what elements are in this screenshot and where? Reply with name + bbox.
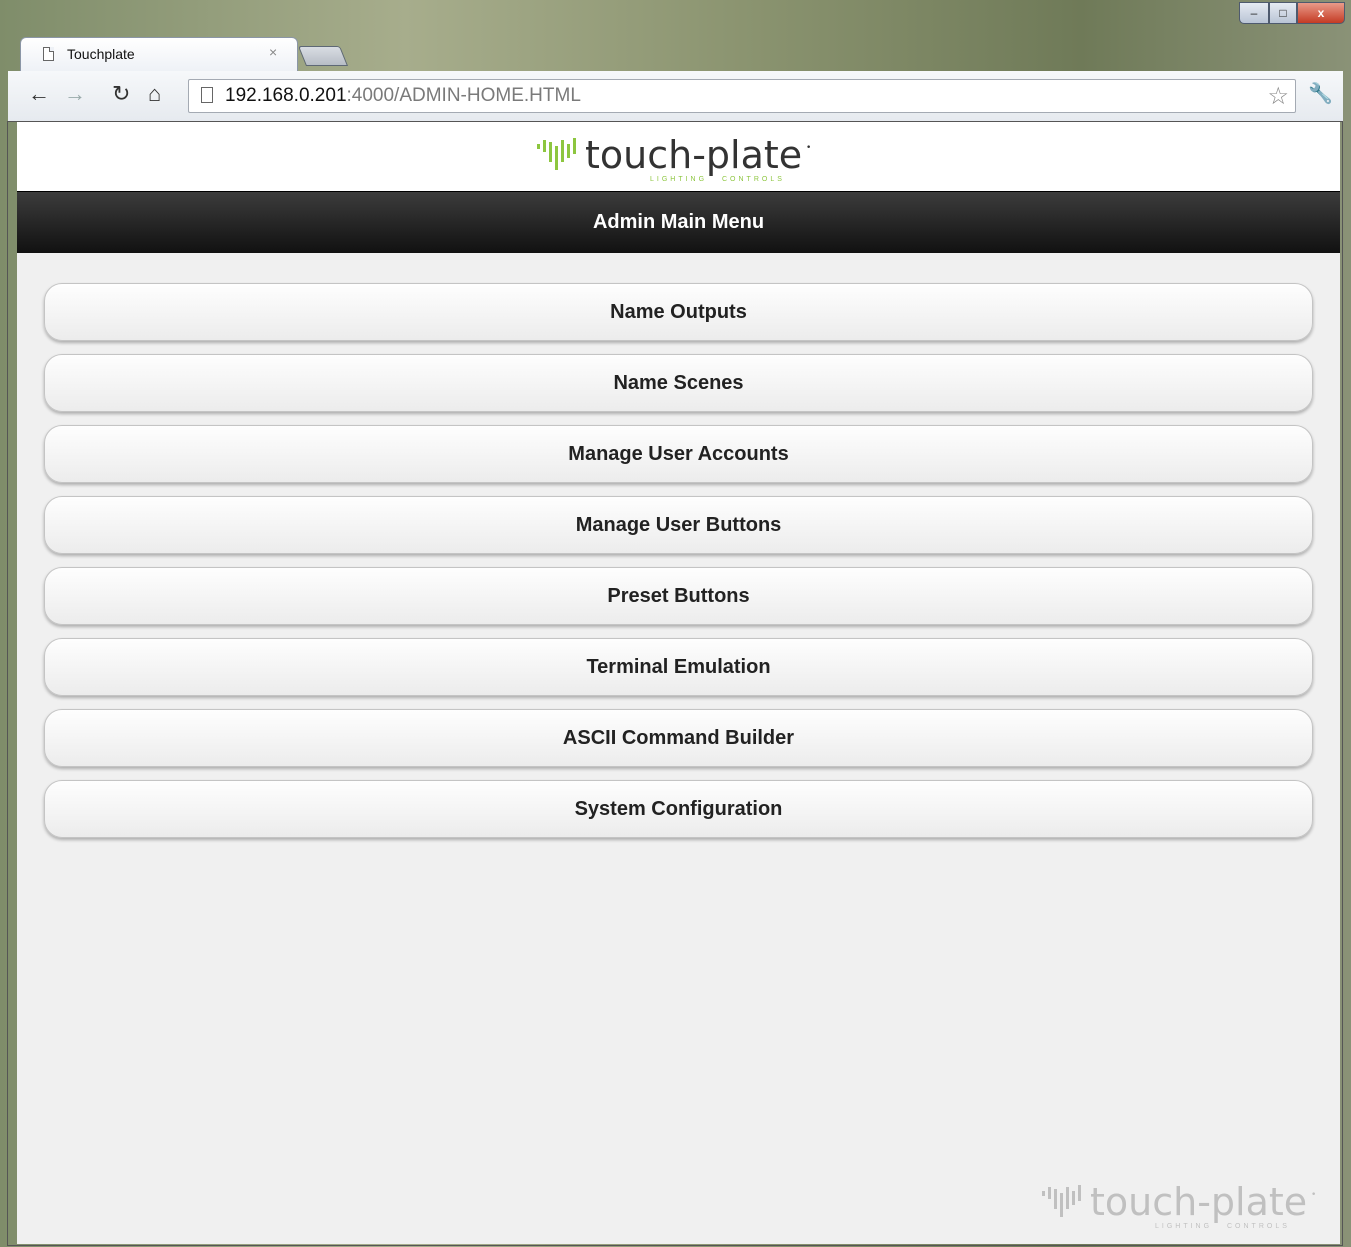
ascii-command-builder-button[interactable]: ASCII Command Builder <box>44 709 1313 767</box>
name-outputs-button[interactable]: Name Outputs <box>44 283 1313 341</box>
tab-title: Touchplate <box>67 46 135 62</box>
page-icon <box>43 47 54 61</box>
page-title: Admin Main Menu <box>17 191 1340 253</box>
minimize-button[interactable]: – <box>1239 2 1269 24</box>
tab-close-icon[interactable]: × <box>269 44 277 60</box>
close-button[interactable]: x <box>1297 2 1345 24</box>
maximize-button[interactable]: □ <box>1269 2 1297 24</box>
page-content: touch-plate • LIGHTING CONTROLS Admin Ma… <box>17 122 1340 1244</box>
svg-text:CONTROLS: CONTROLS <box>1227 1223 1290 1230</box>
home-icon[interactable]: ⌂ <box>148 83 161 105</box>
system-configuration-button[interactable]: System Configuration <box>44 780 1313 838</box>
page-icon <box>201 87 213 103</box>
svg-text:LIGHTING: LIGHTING <box>1155 1223 1212 1230</box>
admin-menu: Name Outputs Name Scenes Manage User Acc… <box>44 283 1313 851</box>
bookmark-star-icon[interactable]: ☆ <box>1267 82 1289 111</box>
svg-text:CONTROLS: CONTROLS <box>722 176 785 183</box>
name-scenes-button[interactable]: Name Scenes <box>44 354 1313 412</box>
wrench-icon[interactable]: 🔧 <box>1308 81 1333 106</box>
svg-text:LIGHTING: LIGHTING <box>650 176 707 183</box>
browser-toolbar: ← → ↻ ⌂ 192.168.0.201:4000/ADMIN-HOME.HT… <box>8 71 1343 122</box>
browser-window: Touchplate × – □ x ← → ↻ ⌂ 192.168.0.201… <box>0 0 1351 1247</box>
address-bar[interactable]: 192.168.0.201:4000/ADMIN-HOME.HTML ☆ <box>188 79 1296 113</box>
preset-buttons-button[interactable]: Preset Buttons <box>44 567 1313 625</box>
svg-text:•: • <box>1311 1190 1316 1200</box>
svg-text:touch-plate: touch-plate <box>585 133 802 177</box>
new-tab-button[interactable] <box>297 46 349 66</box>
reload-icon[interactable]: ↻ <box>112 83 130 105</box>
browser-tab[interactable]: Touchplate × <box>20 37 298 72</box>
tab-strip: Touchplate × – □ x <box>0 0 1351 72</box>
back-icon[interactable]: ← <box>28 83 50 105</box>
footer-logo: touch-plate • LIGHTING CONTROLS <box>1042 1177 1332 1236</box>
url-text: 192.168.0.201:4000/ADMIN-HOME.HTML <box>225 85 581 106</box>
svg-text:touch-plate: touch-plate <box>1090 1180 1307 1224</box>
window-controls: – □ x <box>1239 2 1345 32</box>
manage-user-accounts-button[interactable]: Manage User Accounts <box>44 425 1313 483</box>
terminal-emulation-button[interactable]: Terminal Emulation <box>44 638 1313 696</box>
touchplate-logo: touch-plate • LIGHTING CONTROLS <box>537 130 827 184</box>
forward-icon[interactable]: → <box>64 83 86 105</box>
brand-header: touch-plate • LIGHTING CONTROLS <box>17 122 1340 191</box>
svg-text:•: • <box>806 143 811 153</box>
manage-user-buttons-button[interactable]: Manage User Buttons <box>44 496 1313 554</box>
